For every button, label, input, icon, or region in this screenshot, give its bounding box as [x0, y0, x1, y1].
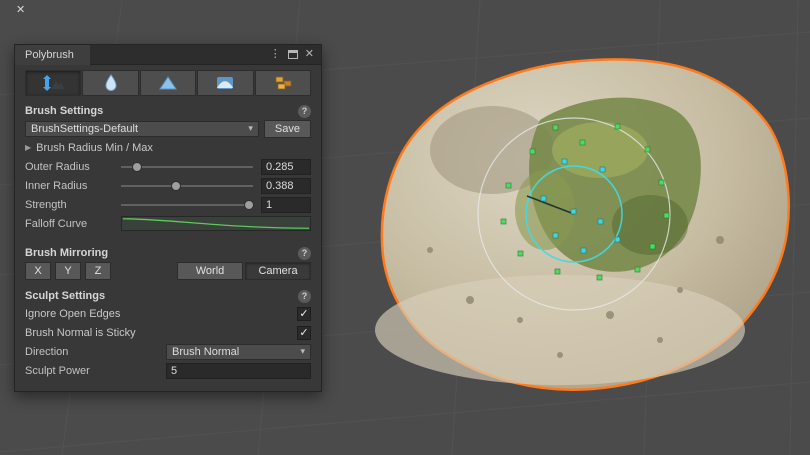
preset-row: BrushSettings-Default ▾ Save: [15, 119, 321, 138]
check-icon: ✓: [299, 307, 308, 320]
brush-settings-header-row: Brush Settings ?: [15, 103, 321, 119]
sculpt-icon: [40, 75, 66, 91]
save-button[interactable]: Save: [264, 120, 311, 138]
strength-slider[interactable]: [121, 199, 253, 211]
direction-label: Direction: [25, 346, 166, 358]
sculpt-power-label: Sculpt Power: [25, 365, 166, 377]
panel-maximize-icon[interactable]: [288, 50, 298, 59]
help-icon[interactable]: ?: [298, 247, 311, 260]
brush-mirroring-header-row: Brush Mirroring ?: [15, 245, 321, 261]
mode-toolbar: [15, 65, 321, 103]
ignore-open-edges-checkbox[interactable]: ✓: [297, 307, 311, 321]
sculpt-settings-header: Sculpt Settings: [25, 290, 105, 302]
outer-radius-slider[interactable]: [121, 161, 253, 173]
texture-icon: [215, 75, 235, 91]
panel-titlebar[interactable]: Polybrush ⋮ ✕: [15, 45, 321, 65]
brush-preset-dropdown[interactable]: BrushSettings-Default ▾: [25, 121, 259, 137]
moss-streak: [515, 170, 575, 250]
scene-close-icon[interactable]: ✕: [16, 3, 25, 16]
ignore-open-edges-row: Ignore Open Edges ✓: [15, 304, 321, 323]
mirror-x-button[interactable]: X: [25, 262, 51, 280]
help-icon[interactable]: ?: [298, 105, 311, 118]
foldout-arrow-icon: ▶: [25, 143, 31, 152]
radius-foldout-row[interactable]: ▶ Brush Radius Min / Max: [15, 138, 321, 157]
falloff-curve-icon: [122, 217, 310, 230]
rock-light-face: [375, 275, 745, 385]
direction-dropdown[interactable]: Brush Normal ▾: [166, 344, 311, 360]
brush-normal-sticky-checkbox[interactable]: ✓: [297, 326, 311, 340]
chevron-down-icon: ▾: [242, 123, 253, 134]
radius-foldout-label: Brush Radius Min / Max: [36, 142, 153, 154]
outer-radius-value[interactable]: 0.285: [261, 159, 311, 175]
rock-mesh[interactable]: [375, 59, 789, 389]
inner-radius-slider[interactable]: [121, 180, 253, 192]
tab-color[interactable]: [140, 70, 196, 96]
falloff-label: Falloff Curve: [25, 218, 121, 230]
strength-label: Strength: [25, 199, 121, 211]
tab-smooth[interactable]: [82, 70, 138, 96]
panel-menu-icon[interactable]: ⋮: [270, 49, 281, 60]
falloff-curve-field[interactable]: [121, 216, 311, 231]
outer-radius-row: Outer Radius 0.285: [15, 157, 321, 176]
mirror-world-button[interactable]: World: [177, 262, 243, 280]
brush-normal-sticky-label: Brush Normal is Sticky: [25, 327, 136, 339]
brush-mirroring-header: Brush Mirroring: [25, 247, 108, 259]
tab-scatter[interactable]: [255, 70, 311, 96]
brush-settings-header: Brush Settings: [25, 105, 103, 117]
mirror-camera-button[interactable]: Camera: [245, 262, 311, 280]
tab-texture[interactable]: [197, 70, 253, 96]
sculpt-power-input[interactable]: 5: [166, 363, 311, 379]
help-icon[interactable]: ?: [298, 290, 311, 303]
mirror-y-button[interactable]: Y: [55, 262, 81, 280]
polybrush-panel: Polybrush ⋮ ✕: [14, 44, 322, 392]
inner-radius-value[interactable]: 0.388: [261, 178, 311, 194]
sculpt-settings-header-row: Sculpt Settings ?: [15, 288, 321, 304]
color-icon: [158, 75, 178, 91]
strength-row: Strength 1: [15, 195, 321, 214]
panel-close-icon[interactable]: ✕: [305, 49, 314, 60]
falloff-row: Falloff Curve: [15, 214, 321, 233]
sculpt-power-row: Sculpt Power 5: [15, 361, 321, 380]
chevron-down-icon: ▾: [294, 346, 305, 357]
tab-sculpt[interactable]: [25, 70, 81, 96]
brush-normal-sticky-row: Brush Normal is Sticky ✓: [15, 323, 321, 342]
panel-title-tab[interactable]: Polybrush: [15, 45, 90, 65]
panel-title: Polybrush: [25, 49, 74, 61]
outer-radius-label: Outer Radius: [25, 161, 121, 173]
direction-value: Brush Normal: [172, 346, 239, 358]
unity-scene-view[interactable]: ✕: [0, 0, 810, 455]
check-icon: ✓: [299, 326, 308, 339]
direction-row: Direction Brush Normal ▾: [15, 342, 321, 361]
scatter-icon: [272, 75, 294, 91]
smooth-icon: [102, 74, 120, 92]
mirror-z-button[interactable]: Z: [85, 262, 111, 280]
mirror-row: X Y Z World Camera: [15, 261, 321, 280]
brush-preset-value: BrushSettings-Default: [31, 123, 138, 135]
strength-value[interactable]: 1: [261, 197, 311, 213]
ignore-open-edges-label: Ignore Open Edges: [25, 308, 120, 320]
inner-radius-label: Inner Radius: [25, 180, 121, 192]
inner-radius-row: Inner Radius 0.388: [15, 176, 321, 195]
